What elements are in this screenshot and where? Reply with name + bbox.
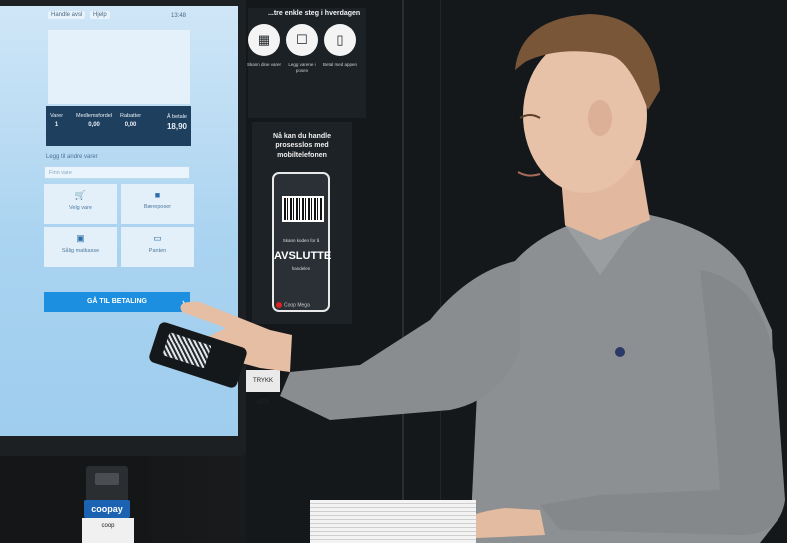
photo-scene: Handle avsl Hjelp 13:48 Varer 1 Medlemsf… bbox=[0, 0, 787, 543]
paper-stack bbox=[310, 500, 476, 543]
person bbox=[180, 14, 785, 543]
qr-code-icon bbox=[162, 332, 212, 369]
